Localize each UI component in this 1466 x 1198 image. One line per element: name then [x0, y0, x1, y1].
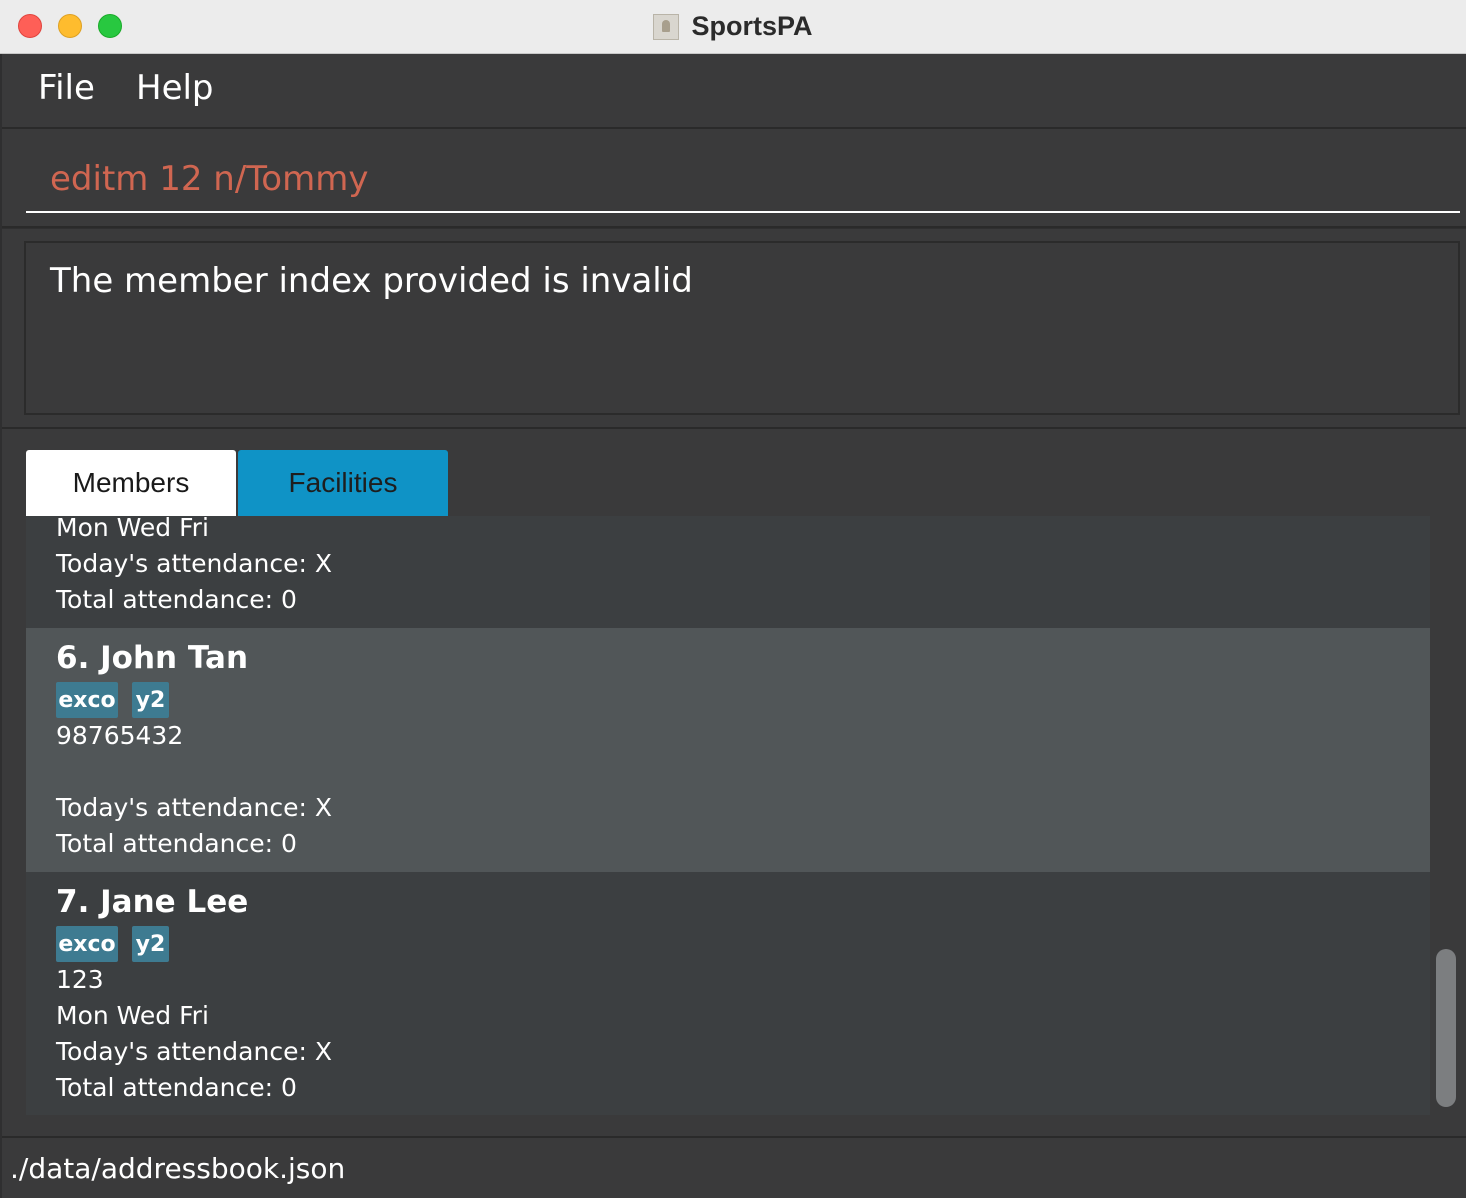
member-total-attendance: Total attendance: 0 — [56, 829, 297, 858]
member-card-7[interactable]: 7. Jane Lee exco y2 123 Mon Wed Fri Toda… — [26, 872, 1430, 1115]
member-tag: exco — [56, 926, 118, 962]
member-today-attendance: Today's attendance: X — [56, 549, 332, 578]
member-list[interactable]: Mon Wed Fri Today's attendance: X Total … — [26, 516, 1430, 1115]
command-area — [2, 129, 1466, 228]
member-card-partial[interactable]: Mon Wed Fri Today's attendance: X Total … — [26, 516, 1430, 628]
list-scrollbar-thumb[interactable] — [1436, 949, 1456, 1107]
title-wrap: SportsPA — [0, 0, 1466, 53]
status-bar: ./data/addressbook.json — [2, 1136, 1466, 1198]
data-file-path: ./data/addressbook.json — [10, 1152, 346, 1185]
menu-bar: File Help — [2, 54, 1466, 129]
member-days: Mon Wed Fri — [56, 1001, 209, 1030]
list-panel: Members Facilities Mon Wed Fri Today's a… — [2, 429, 1466, 1136]
member-phone: 123 — [56, 965, 104, 994]
member-name: 7. Jane Lee — [56, 884, 249, 920]
member-today-attendance: Today's attendance: X — [56, 793, 332, 822]
member-name: 6. John Tan — [56, 640, 249, 676]
menu-help[interactable]: Help — [136, 68, 214, 108]
title-bar: SportsPA — [0, 0, 1466, 54]
member-card-6[interactable]: 6. John Tan exco y2 98765432 Today's att… — [26, 628, 1430, 872]
result-display: The member index provided is invalid — [24, 241, 1460, 415]
member-tag: exco — [56, 682, 118, 718]
member-tag: y2 — [132, 682, 169, 718]
app-window: SportsPA File Help The member index prov… — [0, 0, 1466, 1198]
member-today-attendance: Today's attendance: X — [56, 1037, 332, 1066]
result-area: The member index provided is invalid — [2, 229, 1466, 429]
result-message: The member index provided is invalid — [50, 261, 693, 301]
member-phone: 98765432 — [56, 721, 184, 750]
menu-file[interactable]: File — [38, 68, 95, 108]
window-title: SportsPA — [691, 11, 813, 41]
app-icon — [653, 13, 680, 40]
member-total-attendance: Total attendance: 0 — [56, 585, 297, 614]
tab-facilities[interactable]: Facilities — [238, 450, 448, 516]
member-tag: y2 — [132, 926, 169, 962]
command-input[interactable] — [26, 147, 1460, 213]
tab-members[interactable]: Members — [26, 450, 236, 516]
member-days: Mon Wed Fri — [56, 516, 209, 542]
member-total-attendance: Total attendance: 0 — [56, 1073, 297, 1102]
